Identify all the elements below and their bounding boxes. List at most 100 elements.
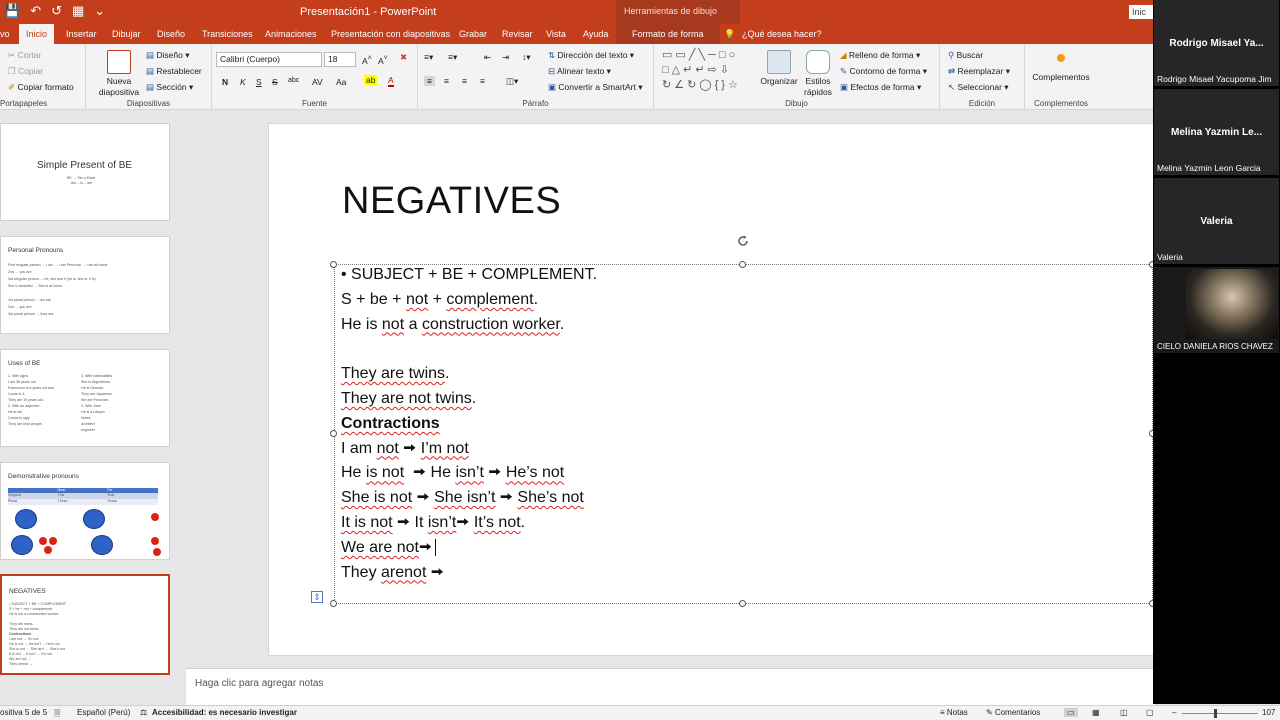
slide-thumbnail-5[interactable]: NEGATIVES • SUBJECT + BE + COMPLEMENT. S… bbox=[0, 574, 170, 675]
font-color-button[interactable]: A bbox=[388, 75, 394, 87]
participant-tile[interactable]: CIELO DANIELA RIOS CHAVEZ bbox=[1154, 267, 1279, 353]
shape-fill-button[interactable]: ◢ Relleno de forma ▾ bbox=[840, 50, 920, 61]
align-center-icon[interactable]: ≡ bbox=[444, 76, 449, 86]
smartart-button[interactable]: ▣ Convertir a SmartArt ▾ bbox=[548, 82, 643, 93]
resize-handle-sw[interactable] bbox=[330, 600, 337, 607]
tab-ayuda[interactable]: Ayuda bbox=[583, 24, 608, 44]
bold-button[interactable]: N bbox=[222, 77, 228, 87]
save-icon[interactable]: 💾 bbox=[4, 3, 20, 19]
columns-icon[interactable]: ◫▾ bbox=[506, 76, 518, 87]
text-direction-button[interactable]: ⇅ Dirección del texto ▾ bbox=[548, 50, 634, 61]
addins-button[interactable]: Complementos bbox=[1029, 52, 1093, 83]
zoom-level[interactable]: 107 bbox=[1262, 708, 1275, 717]
zoom-out-icon[interactable]: – bbox=[1172, 708, 1176, 717]
font-family-select[interactable]: Calibri (Cuerpo) bbox=[216, 52, 322, 67]
tab-insertar[interactable]: Insertar bbox=[66, 24, 97, 44]
spellcheck-icon[interactable]: 🗏 bbox=[54, 708, 60, 720]
cut-button[interactable]: ✂ Cortar bbox=[8, 50, 41, 61]
increase-indent-icon[interactable]: ⇥ bbox=[502, 52, 509, 63]
tell-me-search[interactable]: ¿Qué desea hacer? bbox=[742, 24, 822, 44]
sign-in-button[interactable]: Inic bbox=[1129, 5, 1155, 19]
slide-thumbnail-2[interactable]: Personal Pronouns First singular person … bbox=[0, 236, 170, 334]
reset-button[interactable]: ▤ Restablecer bbox=[146, 66, 202, 77]
underline-button[interactable]: S bbox=[256, 77, 262, 87]
text-line: They arenot 🠪 bbox=[341, 563, 444, 581]
slideshow-icon[interactable]: ▢ bbox=[1146, 708, 1154, 717]
tab-grabar[interactable]: Grabar bbox=[459, 24, 487, 44]
tab-animaciones[interactable]: Animaciones bbox=[265, 24, 317, 44]
tab-vista[interactable]: Vista bbox=[546, 24, 566, 44]
tab-revisar[interactable]: Revisar bbox=[502, 24, 533, 44]
resize-handle-w[interactable] bbox=[330, 430, 337, 437]
resize-handle-s[interactable] bbox=[739, 600, 746, 607]
numbering-icon[interactable]: ≡▾ bbox=[448, 52, 457, 63]
font-size-select[interactable]: 18 bbox=[324, 52, 356, 67]
customize-qat-icon[interactable]: ⌄ bbox=[94, 3, 105, 19]
slide-thumbnail-1[interactable]: Simple Present of BE BE → Ser o Estar Am… bbox=[0, 123, 170, 221]
participant-tile[interactable]: Valeria Valeria bbox=[1154, 178, 1279, 264]
highlight-button[interactable]: ab bbox=[364, 75, 378, 85]
tab-transiciones[interactable]: Transiciones bbox=[202, 24, 253, 44]
line-spacing-icon[interactable]: ↕▾ bbox=[522, 52, 531, 63]
char-spacing-icon[interactable]: AV bbox=[312, 77, 323, 87]
new-slide-button[interactable]: Nueva diapositiva bbox=[96, 50, 142, 98]
shape-effects-button[interactable]: ▣ Efectos de forma ▾ bbox=[840, 82, 921, 93]
slide-thumbnail-3[interactable]: Uses of BE 1. With ages. I am 36 years o… bbox=[0, 349, 170, 447]
undo-icon[interactable]: ↶ bbox=[30, 3, 41, 19]
tab-diseno[interactable]: Diseño bbox=[157, 24, 185, 44]
character-spacing-button[interactable]: abc bbox=[288, 77, 299, 84]
tab-inicio[interactable]: Inicio bbox=[19, 24, 55, 44]
resize-handle-n[interactable] bbox=[739, 261, 746, 268]
reading-view-icon[interactable]: ◫ bbox=[1120, 708, 1128, 717]
comments-button[interactable]: ✎ Comentarios bbox=[986, 708, 1040, 717]
resize-handle-nw[interactable] bbox=[330, 261, 337, 268]
slide-body-text[interactable]: • SUBJECT + BE + COMPLEMENT. S + be + no… bbox=[341, 263, 597, 585]
zoom-slider[interactable] bbox=[1182, 709, 1258, 718]
tab-file[interactable]: vo bbox=[0, 24, 10, 44]
slide-sorter-icon[interactable]: ▦ bbox=[1092, 708, 1100, 717]
select-button[interactable]: ↖ Seleccionar ▾ bbox=[948, 82, 1009, 93]
change-case-button[interactable]: Aa bbox=[336, 77, 346, 87]
accessibility-status[interactable]: Accesibilidad: es necesario investigar bbox=[152, 708, 297, 717]
justify-icon[interactable]: ≡ bbox=[480, 76, 485, 86]
italic-button[interactable]: K bbox=[240, 77, 246, 87]
quick-styles-button[interactable]: Estilos rápidos bbox=[800, 50, 836, 98]
align-left-icon[interactable]: ≡ bbox=[424, 76, 435, 86]
shapes-gallery[interactable]: ▭▭╱╲─□○ □△↵↵⇨⇩ ↻∠↻◯{}☆ bbox=[662, 48, 752, 93]
align-text-button[interactable]: ⊟ Alinear texto ▾ bbox=[548, 66, 611, 77]
clear-format-icon[interactable]: ✖ bbox=[400, 52, 407, 63]
language-indicator[interactable]: Español (Perú) bbox=[77, 708, 130, 717]
slide-title[interactable]: NEGATIVES bbox=[342, 180, 561, 223]
tab-formato-forma[interactable]: Formato de forma bbox=[616, 24, 720, 44]
strikethrough-button[interactable]: S bbox=[272, 77, 278, 87]
align-right-icon[interactable]: ≡ bbox=[462, 76, 467, 86]
shrink-font-icon[interactable]: A˅ bbox=[378, 54, 388, 66]
apple-icon bbox=[39, 537, 47, 545]
bullets-icon[interactable]: ≡▾ bbox=[424, 52, 433, 63]
copy-button[interactable]: ❐ Copiar bbox=[8, 66, 43, 77]
accessibility-icon[interactable]: ⚖ bbox=[140, 708, 147, 717]
notes-button[interactable]: ≡ Notas bbox=[940, 708, 968, 717]
section-button[interactable]: ▤ Sección ▾ bbox=[146, 82, 193, 93]
normal-view-icon[interactable]: ▭ bbox=[1064, 708, 1078, 717]
tab-dibujar[interactable]: Dibujar bbox=[112, 24, 141, 44]
redo-icon[interactable]: ↺ bbox=[51, 3, 62, 19]
grow-font-icon[interactable]: A˄ bbox=[362, 54, 372, 66]
shape-outline-button[interactable]: ✎ Contorno de forma ▾ bbox=[840, 66, 927, 77]
autofit-options-icon[interactable]: ⇕ bbox=[311, 591, 323, 603]
replace-button[interactable]: ⇄ Reemplazar ▾ bbox=[948, 66, 1010, 77]
format-painter-button[interactable]: ✐ Copiar formato bbox=[8, 82, 74, 93]
tab-presentacion[interactable]: Presentación con diapositivas bbox=[331, 24, 450, 44]
find-button[interactable]: ⚲ Buscar bbox=[948, 50, 983, 61]
zoom-slider-thumb[interactable] bbox=[1214, 709, 1217, 718]
contextual-tab-title: Herramientas de dibujo bbox=[616, 0, 740, 24]
notes-pane[interactable]: Haga clic para agregar notas bbox=[186, 668, 1155, 705]
rotate-handle-icon[interactable] bbox=[736, 234, 750, 248]
participant-tile[interactable]: Rodrigo Misael Ya... Rodrigo Misael Yacu… bbox=[1154, 0, 1279, 86]
layout-button[interactable]: ▤ Diseño ▾ bbox=[146, 50, 190, 61]
decrease-indent-icon[interactable]: ⇤ bbox=[484, 52, 491, 63]
start-from-beginning-icon[interactable]: ▦ bbox=[72, 3, 84, 19]
participant-tile[interactable]: Melina Yazmin Le... Melina Yazmin Leon G… bbox=[1154, 89, 1279, 175]
arrange-button[interactable]: Organizar bbox=[758, 50, 800, 87]
slide-thumbnail-4[interactable]: Demonstrative pronouns Near Far Singular… bbox=[0, 462, 170, 560]
